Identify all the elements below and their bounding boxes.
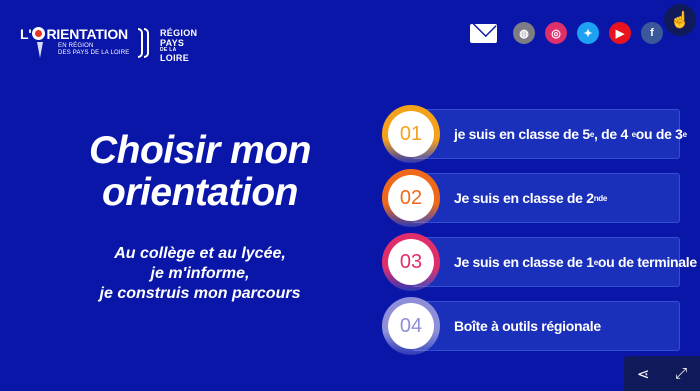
mail-icon[interactable] [470, 24, 497, 43]
tagline: Au collège et au lycée, je m'informe, je… [99, 245, 301, 302]
accessibility-icon[interactable]: ☝ [664, 4, 696, 36]
logo-ring-icon [32, 27, 46, 40]
region-logo[interactable]: RÉGION PAYS DE LA LOIRE [138, 26, 208, 63]
twitter-icon[interactable]: ✦ [577, 22, 599, 44]
globe-icon[interactable]: ◍ [513, 22, 535, 44]
logo-title: L' RIENTATION [20, 26, 128, 42]
menu-item-2nde[interactable]: 02 Je suis en classe de 2 nde [382, 169, 700, 227]
menu-item-label: je suis en classe de 5e, de 4 e ou de 3e [454, 126, 687, 142]
level-menu: 01 je suis en classe de 5e, de 4 e ou de… [382, 105, 700, 355]
menu-item-number: 03 [388, 239, 434, 285]
menu-item-5e-4e-3e[interactable]: 01 je suis en classe de 5e, de 4 e ou de… [382, 105, 700, 163]
orientation-logo[interactable]: L' RIENTATION EN RÉGION DES PAYS DE LA LOI… [20, 26, 130, 62]
logo-subtitle: EN RÉGION DES PAYS DE LA LOIRE [58, 43, 130, 56]
menu-item-number: 02 [388, 175, 434, 221]
menu-item-label: Boîte à outils régionale [454, 318, 601, 334]
instagram-icon[interactable]: ◎ [545, 22, 567, 44]
youtube-icon[interactable]: ▶ [609, 22, 631, 44]
menu-item-number: 01 [388, 111, 434, 157]
fullscreen-icon[interactable]: ⤢ [675, 365, 687, 382]
facebook-icon[interactable]: f [641, 22, 663, 44]
page-title: Choisir mon orientation [88, 129, 312, 214]
region-bars-icon [138, 28, 154, 58]
menu-item-label: Je suis en classe de 1e ou de terminale [454, 254, 697, 270]
menu-item-number: 04 [388, 303, 434, 349]
location-pin-icon [37, 42, 43, 58]
share-bar: ⋖ ⤢ [624, 356, 700, 391]
region-logo-text: RÉGION PAYS DE LA LOIRE [160, 28, 198, 63]
menu-item-1e-terminale[interactable]: 03 Je suis en classe de 1e ou de termina… [382, 233, 700, 291]
share-icon[interactable]: ⋖ [637, 365, 650, 383]
menu-item-label: Je suis en classe de 2 nde [454, 190, 608, 206]
menu-item-boite-outils[interactable]: 04 Boîte à outils régionale [382, 297, 700, 355]
